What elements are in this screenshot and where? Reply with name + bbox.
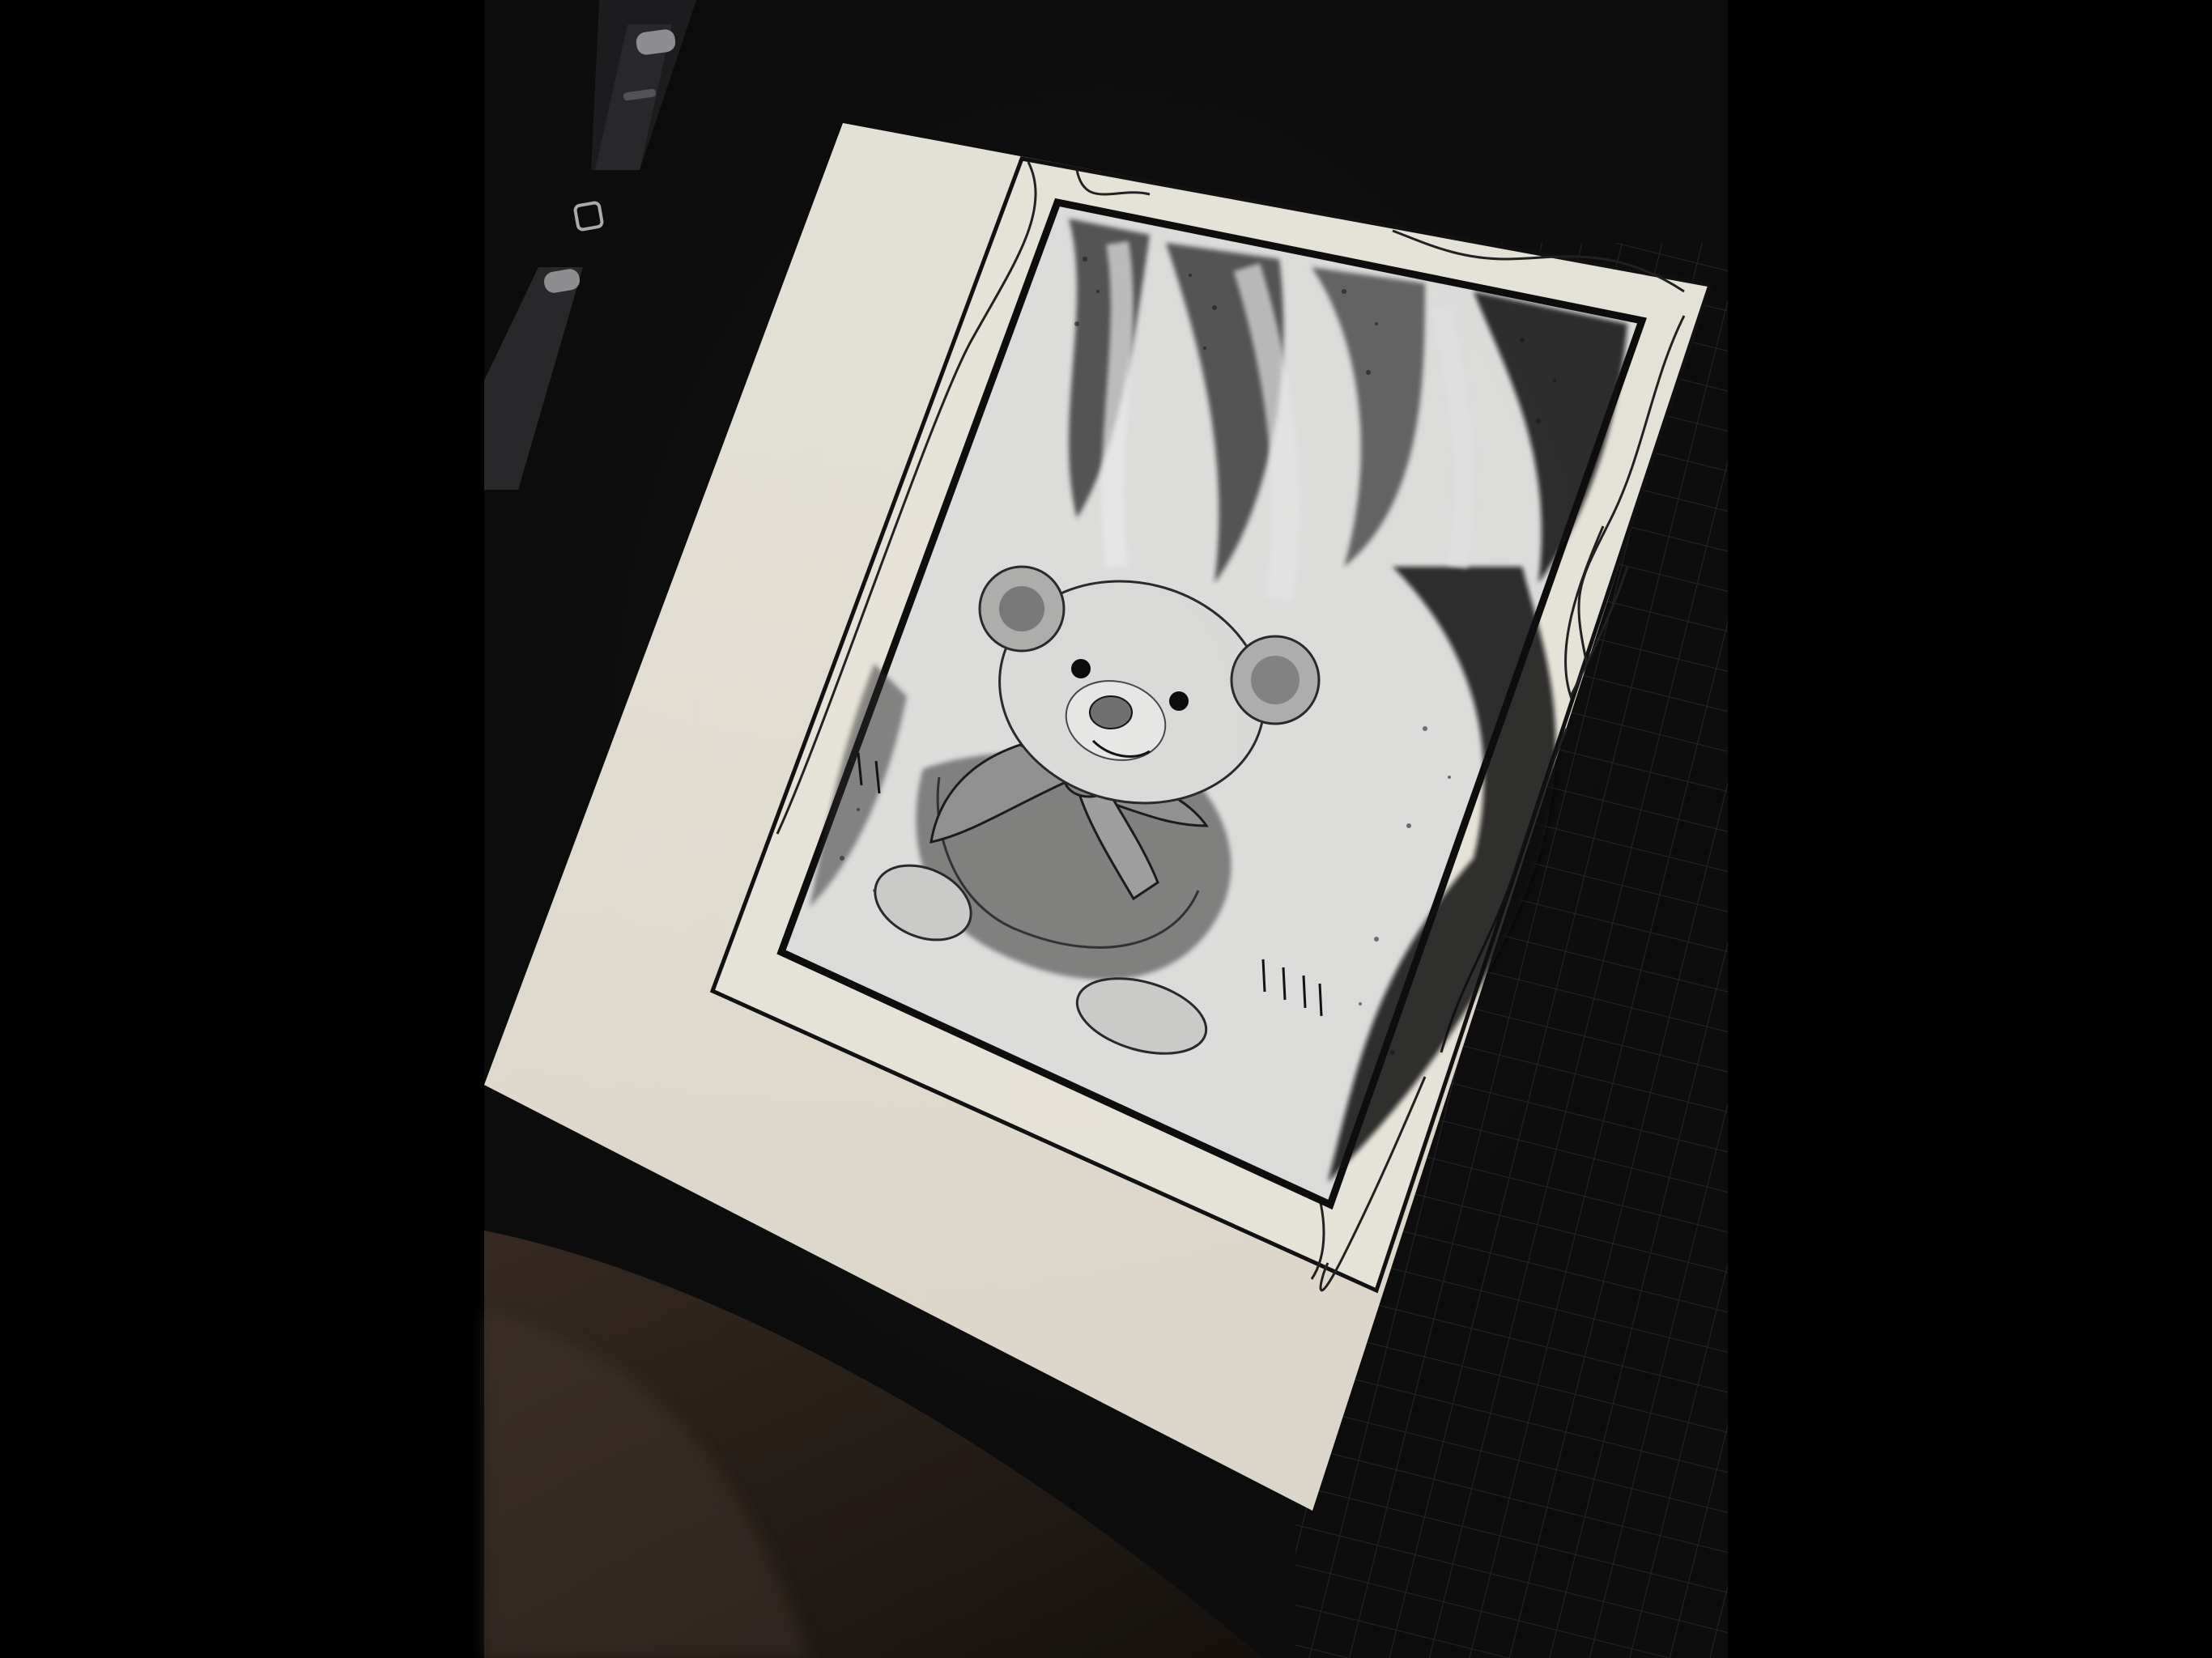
photo-scene — [0, 0, 2212, 1658]
